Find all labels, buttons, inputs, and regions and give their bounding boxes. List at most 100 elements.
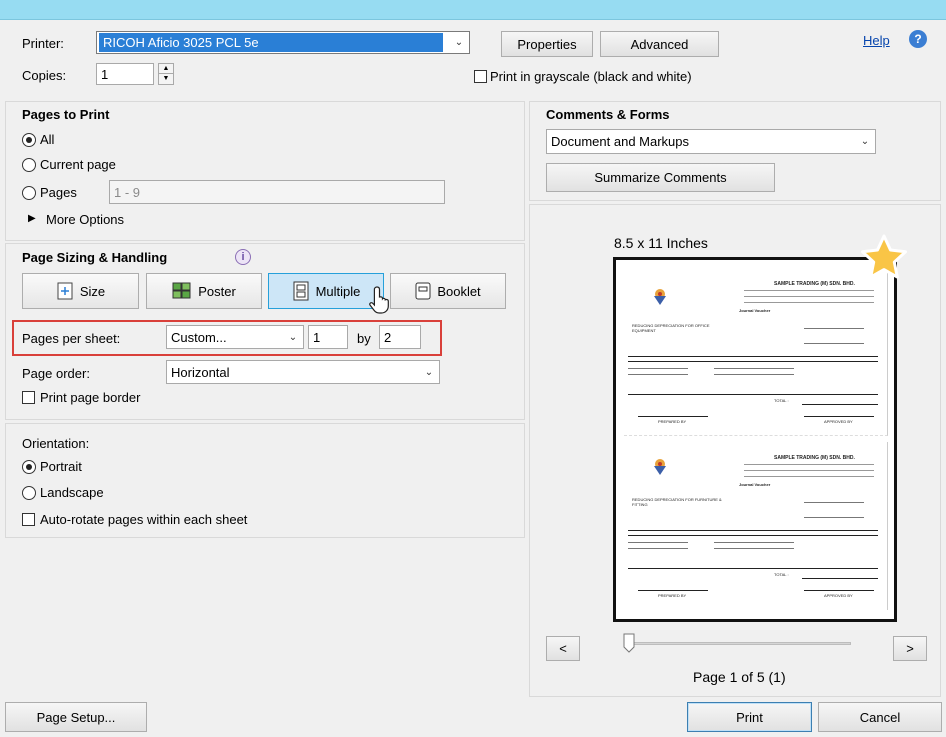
autorotate-checkbox[interactable] — [22, 513, 35, 526]
grayscale-label: Print in grayscale (black and white) — [490, 69, 692, 84]
grayscale-checkbox[interactable] — [474, 70, 487, 83]
preview-prepared-by: PREPARED BY — [658, 419, 687, 424]
chevron-down-icon[interactable]: ⌄ — [449, 32, 469, 53]
preview-line — [744, 476, 874, 477]
more-options-link[interactable]: More Options — [46, 212, 124, 227]
preview-line — [744, 302, 874, 303]
multiple-pages-icon — [293, 281, 309, 301]
triangle-right-icon[interactable]: ▶ — [28, 213, 36, 224]
preview-approved-by: APPROVED BY — [824, 419, 853, 424]
radio-pages-label: Pages — [40, 185, 77, 200]
next-page-button[interactable]: > — [893, 636, 927, 661]
help-link[interactable]: Help — [863, 33, 890, 48]
prev-page-button[interactable]: < — [546, 636, 580, 661]
company-logo-icon — [652, 288, 668, 306]
preview-prepared-by: PREPARED BY — [658, 593, 687, 598]
copies-label: Copies: — [22, 68, 67, 83]
page-setup-button[interactable]: Page Setup... — [5, 702, 147, 732]
radio-pages[interactable] — [22, 186, 36, 200]
preview-table-rule — [638, 416, 708, 417]
summarize-comments-button[interactable]: Summarize Comments — [546, 163, 775, 192]
page-indicator: Page 1 of 5 (1) — [693, 669, 786, 685]
preview-table-rule — [628, 535, 878, 536]
preview-table-rule — [628, 568, 878, 569]
preview-line — [714, 368, 794, 369]
page-order-label: Page order: — [22, 366, 90, 381]
help-icon[interactable]: ? — [909, 30, 927, 48]
preview-doc-top: SAMPLE TRADING (M) SDN. BHD. Journal Vou… — [624, 268, 888, 436]
comments-select[interactable]: Document and Markups ⌄ — [546, 129, 876, 154]
preview-line — [744, 464, 874, 465]
preview-memo: REDUCING DEPRECIATION FOR OFFICE EQUIPME… — [632, 323, 710, 333]
radio-portrait-label: Portrait — [40, 459, 82, 474]
columns-input[interactable]: 1 — [308, 325, 348, 349]
cancel-button[interactable]: Cancel — [818, 702, 942, 732]
booklet-button-label: Booklet — [437, 283, 481, 299]
advanced-button[interactable]: Advanced — [600, 31, 719, 57]
preview-table-rule — [628, 356, 878, 357]
radio-landscape-label: Landscape — [40, 485, 104, 500]
preview-page: SAMPLE TRADING (M) SDN. BHD. Journal Vou… — [613, 257, 897, 622]
preview-line — [804, 502, 864, 503]
preview-table-rule — [802, 578, 878, 579]
page-order-value: Horizontal — [171, 364, 230, 380]
print-button[interactable]: Print — [687, 702, 812, 732]
chevron-down-icon[interactable]: ⌄ — [855, 130, 875, 153]
preview-line — [804, 328, 864, 329]
multiple-button[interactable]: Multiple — [268, 273, 384, 309]
preview-company: SAMPLE TRADING (M) SDN. BHD. — [774, 455, 855, 461]
booklet-button[interactable]: Booklet — [390, 273, 506, 309]
preview-total-label: TOTAL : — [774, 398, 789, 403]
preview-line — [714, 548, 794, 549]
paper-size-label: 8.5 x 11 Inches — [614, 235, 708, 251]
printer-select[interactable]: RICOH Aficio 3025 PCL 5e ⌄ — [96, 31, 470, 54]
autorotate-label: Auto-rotate pages within each sheet — [40, 512, 248, 527]
copies-stepper[interactable]: ▲ ▼ — [158, 63, 174, 85]
print-border-label: Print page border — [40, 390, 141, 405]
poster-icon — [172, 282, 191, 299]
page-order-select[interactable]: Horizontal ⌄ — [166, 360, 440, 384]
pages-range-input[interactable]: 1 - 9 — [109, 180, 445, 204]
preview-table-rule — [804, 416, 874, 417]
preview-line — [804, 517, 864, 518]
page-slider-track[interactable] — [625, 642, 851, 645]
radio-landscape[interactable] — [22, 486, 36, 500]
preview-line — [628, 548, 688, 549]
stepper-up-icon[interactable]: ▲ — [159, 64, 173, 74]
star-icon — [858, 233, 910, 283]
preview-line — [804, 343, 864, 344]
preview-approved-by: APPROVED BY — [824, 593, 853, 598]
printer-label: Printer: — [22, 36, 64, 51]
chevron-down-icon[interactable]: ⌄ — [419, 361, 439, 383]
preview-line — [714, 374, 794, 375]
info-icon[interactable]: i — [235, 249, 251, 265]
print-border-checkbox[interactable] — [22, 391, 35, 404]
page-sizing-header: Page Sizing & Handling — [22, 250, 168, 265]
preview-total-label: TOTAL : — [774, 572, 789, 577]
poster-button-label: Poster — [198, 283, 236, 299]
pages-per-sheet-label: Pages per sheet: — [22, 331, 121, 346]
preview-table-rule — [628, 530, 878, 531]
stepper-down-icon[interactable]: ▼ — [159, 74, 173, 84]
radio-current-page[interactable] — [22, 158, 36, 172]
page-slider-thumb[interactable] — [623, 633, 635, 653]
radio-all[interactable] — [22, 133, 36, 147]
printer-selected-value: RICOH Aficio 3025 PCL 5e — [99, 33, 443, 52]
preview-table-rule — [628, 361, 878, 362]
rows-input[interactable]: 2 — [379, 325, 421, 349]
preview-line — [628, 374, 688, 375]
preview-company: SAMPLE TRADING (M) SDN. BHD. — [774, 281, 855, 287]
preview-line — [628, 368, 688, 369]
comments-selected-value: Document and Markups — [551, 134, 690, 149]
preview-table-rule — [638, 590, 708, 591]
radio-portrait[interactable] — [22, 460, 36, 474]
preview-table-rule — [804, 590, 874, 591]
chevron-down-icon[interactable]: ⌄ — [283, 326, 303, 348]
copies-input[interactable]: 1 — [96, 63, 154, 85]
properties-button[interactable]: Properties — [501, 31, 593, 57]
poster-button[interactable]: Poster — [146, 273, 262, 309]
size-button[interactable]: Size — [22, 273, 139, 309]
orientation-header: Orientation: — [22, 436, 90, 451]
pages-per-sheet-select[interactable]: Custom... ⌄ — [166, 325, 304, 349]
preview-doc-bottom: SAMPLE TRADING (M) SDN. BHD. Journal Vou… — [624, 442, 888, 610]
